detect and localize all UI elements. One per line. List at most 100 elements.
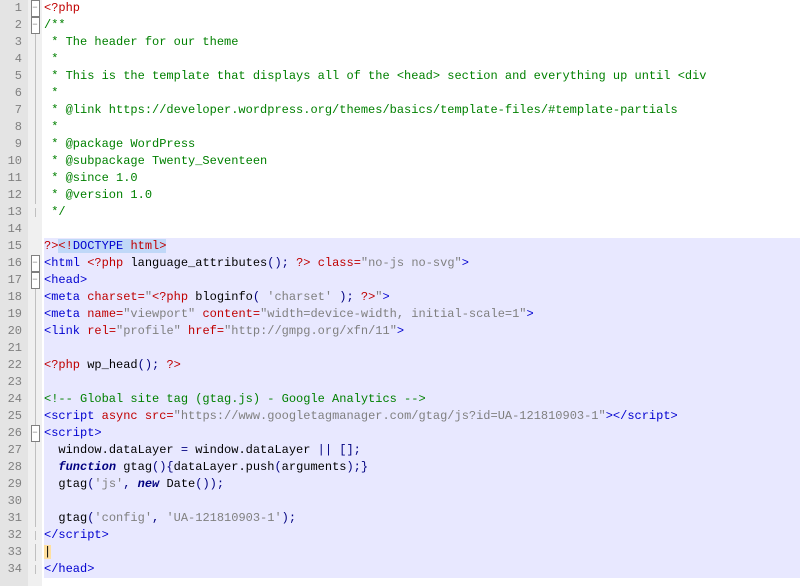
code-line[interactable]: <script async src="https://www.googletag… [44, 408, 800, 425]
code-line[interactable]: | [44, 544, 800, 561]
fold-toggle-icon[interactable]: − [31, 0, 40, 17]
code-area[interactable]: <?php/** * The header for our theme * * … [42, 0, 800, 586]
code-line[interactable]: * @package WordPress [44, 136, 800, 153]
fold-cell [28, 68, 42, 85]
line-number: 18 [0, 289, 22, 306]
code-line[interactable]: * [44, 51, 800, 68]
fold-cell[interactable]: − [28, 255, 42, 272]
line-number: 27 [0, 442, 22, 459]
fold-toggle-icon[interactable]: − [31, 17, 40, 34]
line-number: 20 [0, 323, 22, 340]
line-number: 34 [0, 561, 22, 578]
code-line[interactable]: </script> [44, 527, 800, 544]
fold-cell [28, 544, 42, 561]
code-line[interactable]: gtag('js', new Date()); [44, 476, 800, 493]
code-line[interactable]: <head> [44, 272, 800, 289]
line-number: 32 [0, 527, 22, 544]
fold-cell [28, 306, 42, 323]
line-number: 1 [0, 0, 22, 17]
fold-cell [28, 476, 42, 493]
code-line[interactable]: function gtag(){dataLayer.push(arguments… [44, 459, 800, 476]
code-line[interactable]: <meta charset="<?php bloginfo( 'charset'… [44, 289, 800, 306]
line-number: 31 [0, 510, 22, 527]
line-number: 7 [0, 102, 22, 119]
code-line[interactable]: <!-- Global site tag (gtag.js) - Google … [44, 391, 800, 408]
code-line[interactable]: * [44, 119, 800, 136]
fold-cell [28, 34, 42, 51]
fold-toggle-icon[interactable]: − [31, 272, 40, 289]
fold-cell [28, 170, 42, 187]
fold-cell [28, 374, 42, 391]
line-number: 29 [0, 476, 22, 493]
fold-toggle-icon[interactable]: − [31, 425, 40, 442]
line-number: 8 [0, 119, 22, 136]
code-line[interactable]: gtag('config', 'UA-121810903-1'); [44, 510, 800, 527]
code-line[interactable]: * [44, 85, 800, 102]
fold-cell [28, 391, 42, 408]
fold-margin[interactable]: −−−−− [28, 0, 42, 586]
code-line[interactable]: */ [44, 204, 800, 221]
line-number: 17 [0, 272, 22, 289]
code-line[interactable] [44, 340, 800, 357]
fold-cell [28, 459, 42, 476]
code-line[interactable]: /** [44, 17, 800, 34]
code-line[interactable]: * @subpackage Twenty_Seventeen [44, 153, 800, 170]
code-line[interactable] [44, 493, 800, 510]
code-editor[interactable]: 1234567891011121314151617181920212223242… [0, 0, 800, 586]
fold-cell [28, 442, 42, 459]
code-line[interactable]: <html <?php language_attributes(); ?> cl… [44, 255, 800, 272]
fold-cell [28, 340, 42, 357]
line-number: 21 [0, 340, 22, 357]
line-number: 2 [0, 17, 22, 34]
line-number: 15 [0, 238, 22, 255]
line-number: 14 [0, 221, 22, 238]
line-number: 26 [0, 425, 22, 442]
fold-cell [28, 510, 42, 527]
code-line[interactable]: * This is the template that displays all… [44, 68, 800, 85]
line-number: 30 [0, 493, 22, 510]
fold-cell[interactable]: − [28, 272, 42, 289]
fold-cell [28, 561, 42, 578]
code-line[interactable]: * @since 1.0 [44, 170, 800, 187]
fold-cell [28, 493, 42, 510]
fold-cell [28, 238, 42, 255]
code-line[interactable]: <?php wp_head(); ?> [44, 357, 800, 374]
line-number: 22 [0, 357, 22, 374]
code-line[interactable]: <meta name="viewport" content="width=dev… [44, 306, 800, 323]
line-number: 12 [0, 187, 22, 204]
code-line[interactable]: <link rel="profile" href="http://gmpg.or… [44, 323, 800, 340]
code-line[interactable]: </head> [44, 561, 800, 578]
code-line[interactable]: window.dataLayer = window.dataLayer || [… [44, 442, 800, 459]
fold-cell[interactable]: − [28, 0, 42, 17]
line-number: 10 [0, 153, 22, 170]
line-number: 5 [0, 68, 22, 85]
line-number: 3 [0, 34, 22, 51]
fold-cell[interactable]: − [28, 425, 42, 442]
line-number: 4 [0, 51, 22, 68]
fold-cell [28, 136, 42, 153]
code-line[interactable] [44, 374, 800, 391]
line-number: 19 [0, 306, 22, 323]
line-number: 24 [0, 391, 22, 408]
code-line[interactable]: <?php [44, 0, 800, 17]
fold-cell [28, 204, 42, 221]
code-line[interactable]: * @version 1.0 [44, 187, 800, 204]
fold-cell [28, 85, 42, 102]
code-line[interactable]: * @link https://developer.wordpress.org/… [44, 102, 800, 119]
line-number: 33 [0, 544, 22, 561]
line-number: 16 [0, 255, 22, 272]
fold-cell [28, 289, 42, 306]
line-number: 13 [0, 204, 22, 221]
line-number: 23 [0, 374, 22, 391]
code-line[interactable] [44, 221, 800, 238]
fold-cell[interactable]: − [28, 17, 42, 34]
fold-toggle-icon[interactable]: − [31, 255, 40, 272]
fold-cell [28, 221, 42, 238]
fold-cell [28, 51, 42, 68]
fold-cell [28, 102, 42, 119]
fold-cell [28, 357, 42, 374]
fold-cell [28, 323, 42, 340]
code-line[interactable]: * The header for our theme [44, 34, 800, 51]
code-line[interactable]: ?><!DOCTYPE html> [44, 238, 800, 255]
code-line[interactable]: <script> [44, 425, 800, 442]
